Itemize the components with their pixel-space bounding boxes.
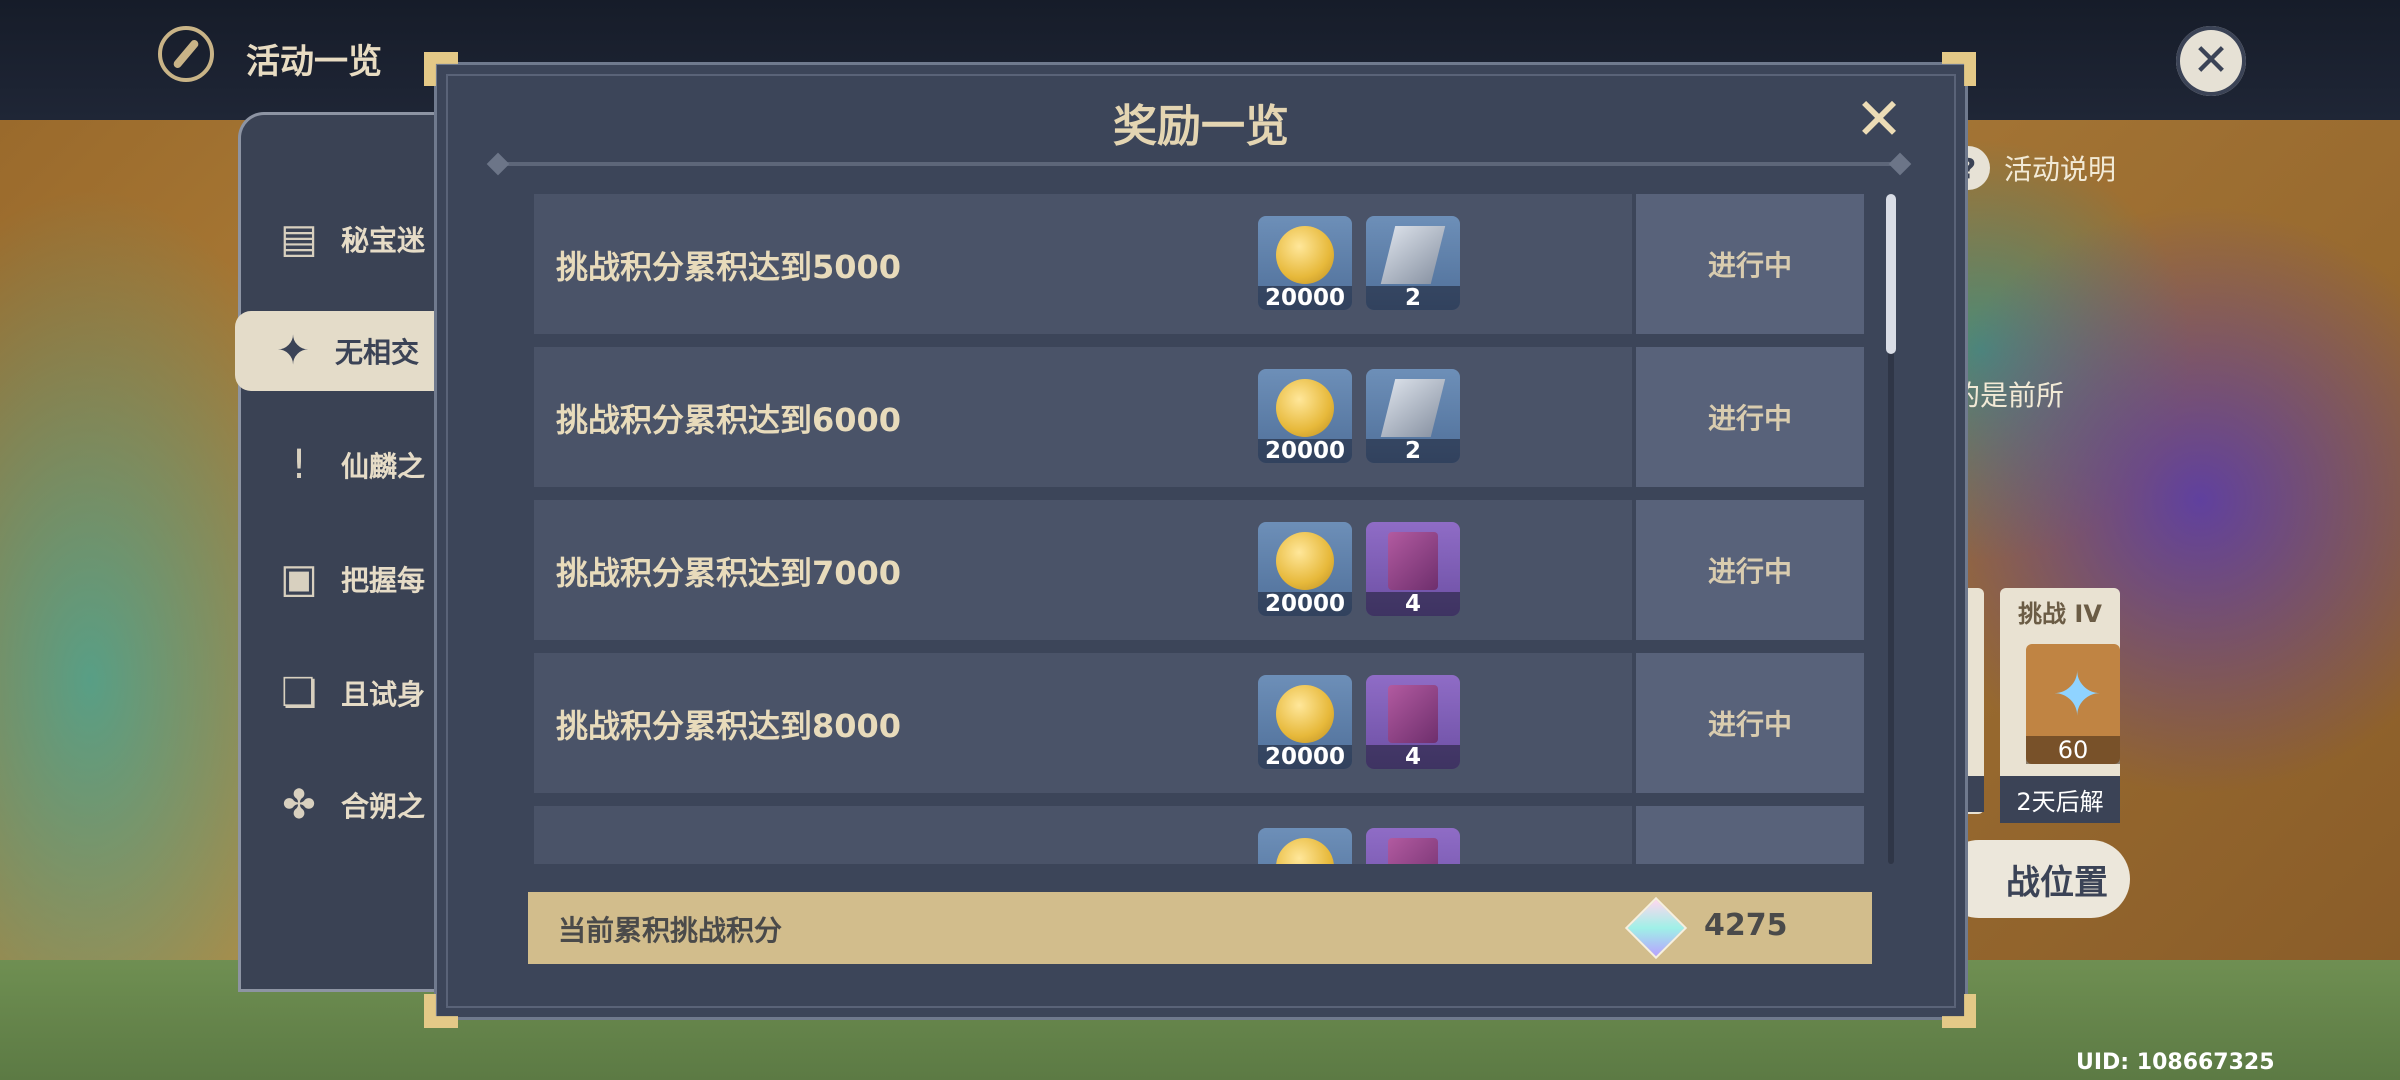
reward-count: 4 (1366, 592, 1460, 616)
mora-reward[interactable]: 20000 (1258, 216, 1352, 310)
sidebar-item-5[interactable]: ❏ 且试身 (241, 653, 441, 733)
exclamation-icon: ! (290, 442, 308, 488)
sidebar-item-label: 秘宝迷 (341, 224, 426, 257)
sidebar-item-2[interactable]: ✦ 无相交 (235, 311, 445, 391)
dialog-close-button[interactable]: ✕ (1852, 85, 1906, 153)
reward-condition: 挑战积分累积达到7000 (556, 554, 902, 592)
chest-icon: ▤ (280, 216, 318, 262)
steel-material-icon (1380, 226, 1446, 284)
reward-count: 4 (1366, 745, 1460, 769)
reward-count: 2 (1366, 286, 1460, 310)
material-reward[interactable]: 4 (1366, 675, 1460, 769)
dialog-title: 奖励一览 (1113, 101, 1289, 152)
calendar-icon: ▣ (280, 556, 318, 602)
mora-coin-icon (1276, 379, 1334, 437)
sidebar-item-1[interactable]: ▤ 秘宝迷 (241, 199, 441, 279)
sidebar-item-label: 仙麟之 (341, 450, 426, 483)
reward-status (1636, 806, 1864, 864)
reward-row: 挑战积分累积达到6000 20000 2 进行中 (534, 347, 1864, 487)
challenge-card-iv[interactable]: 挑战 IV ✦ 60 2天后解 (2000, 588, 2120, 823)
reward-status: 进行中 (1636, 347, 1864, 487)
mora-reward[interactable]: 20000 (1258, 522, 1352, 616)
reward-status: 进行中 (1636, 653, 1864, 793)
score-value: 4275 (1704, 908, 1788, 943)
reward-row: 挑战积分累积达到7000 20000 4 进行中 (534, 500, 1864, 640)
challenge-card-status: 2天后解 (2000, 776, 2120, 823)
reward-count: 20000 (1258, 592, 1352, 616)
sidebar-item-label: 无相交 (335, 336, 420, 369)
close-icon: ✕ (2192, 35, 2230, 86)
mora-coin-icon (1276, 838, 1334, 864)
reward-status: 进行中 (1636, 194, 1864, 334)
sidebar-item-label: 把握每 (341, 564, 426, 597)
sidebar-item-6[interactable]: ✤ 合朔之 (241, 765, 441, 845)
reward-list[interactable]: 挑战积分累积达到5000 20000 2 进行中 挑战积分累积达到6000 20… (534, 194, 1864, 864)
uid-label: UID: 108667325 (2076, 1050, 2275, 1075)
score-label: 当前累积挑战积分 (558, 914, 783, 947)
mora-reward[interactable] (1258, 828, 1352, 864)
cards-icon: ❏ (281, 670, 317, 716)
challenge-card-title: 挑战 IV (2018, 600, 2102, 628)
reward-count: 20000 (1258, 286, 1352, 310)
purple-book-icon (1388, 532, 1438, 590)
purple-book-icon (1388, 685, 1438, 743)
event-sidebar: ▤ 秘宝迷 ✦ 无相交 ! 仙麟之 ▣ 把握每 ❏ 且试身 ✤ 合朔之 (235, 112, 445, 992)
mora-coin-icon (1276, 685, 1334, 743)
mora-reward[interactable]: 20000 (1258, 675, 1352, 769)
close-icon: ✕ (1854, 85, 1904, 153)
challenge-card-count: 60 (2026, 736, 2120, 764)
event-description-fragment: 的是前所 (1952, 379, 2065, 412)
reward-count: 20000 (1258, 439, 1352, 463)
reward-row: 挑战积分累积达到5000 20000 2 进行中 (534, 194, 1864, 334)
reward-row-body (534, 806, 1632, 864)
event-info-label: 活动说明 (2004, 153, 2117, 186)
scrollbar-thumb[interactable] (1886, 194, 1896, 354)
reward-status: 进行中 (1636, 500, 1864, 640)
page-title: 活动一览 (246, 42, 382, 82)
material-reward[interactable]: 2 (1366, 216, 1460, 310)
reward-condition: 挑战积分累积达到5000 (556, 248, 902, 286)
mora-coin-icon (1276, 532, 1334, 590)
sidebar-item-3[interactable]: ! 仙麟之 (241, 425, 441, 505)
steel-material-icon (1380, 379, 1446, 437)
tree-emblem-icon: ✤ (282, 782, 316, 828)
sidebar-item-4[interactable]: ▣ 把握每 (241, 539, 441, 619)
reward-row-partial (534, 806, 1864, 864)
close-events-button[interactable]: ✕ (2176, 26, 2246, 96)
sidebar-item-label: 合朔之 (341, 790, 426, 823)
mora-reward[interactable]: 20000 (1258, 369, 1352, 463)
reward-count: 20000 (1258, 745, 1352, 769)
material-reward[interactable]: 2 (1366, 369, 1460, 463)
star-crystal-icon: ✦ (2052, 660, 2103, 730)
event-info-button[interactable]: ? 活动说明 (1946, 146, 2116, 190)
reward-row: 挑战积分累积达到8000 20000 4 进行中 (534, 653, 1864, 793)
compass-icon (158, 26, 214, 82)
mora-coin-icon (1276, 226, 1334, 284)
title-divider (494, 162, 1908, 166)
material-reward[interactable]: 4 (1366, 522, 1460, 616)
purple-book-icon (1388, 838, 1438, 864)
challenge-position-button[interactable]: 战位置 (1940, 840, 2130, 918)
four-point-star-icon: ✦ (276, 328, 310, 374)
reward-condition: 挑战积分累积达到8000 (556, 707, 902, 745)
reward-condition: 挑战积分累积达到6000 (556, 401, 902, 439)
reward-count: 2 (1366, 439, 1460, 463)
sidebar-item-label: 且试身 (341, 678, 426, 711)
material-reward[interactable] (1366, 828, 1460, 864)
